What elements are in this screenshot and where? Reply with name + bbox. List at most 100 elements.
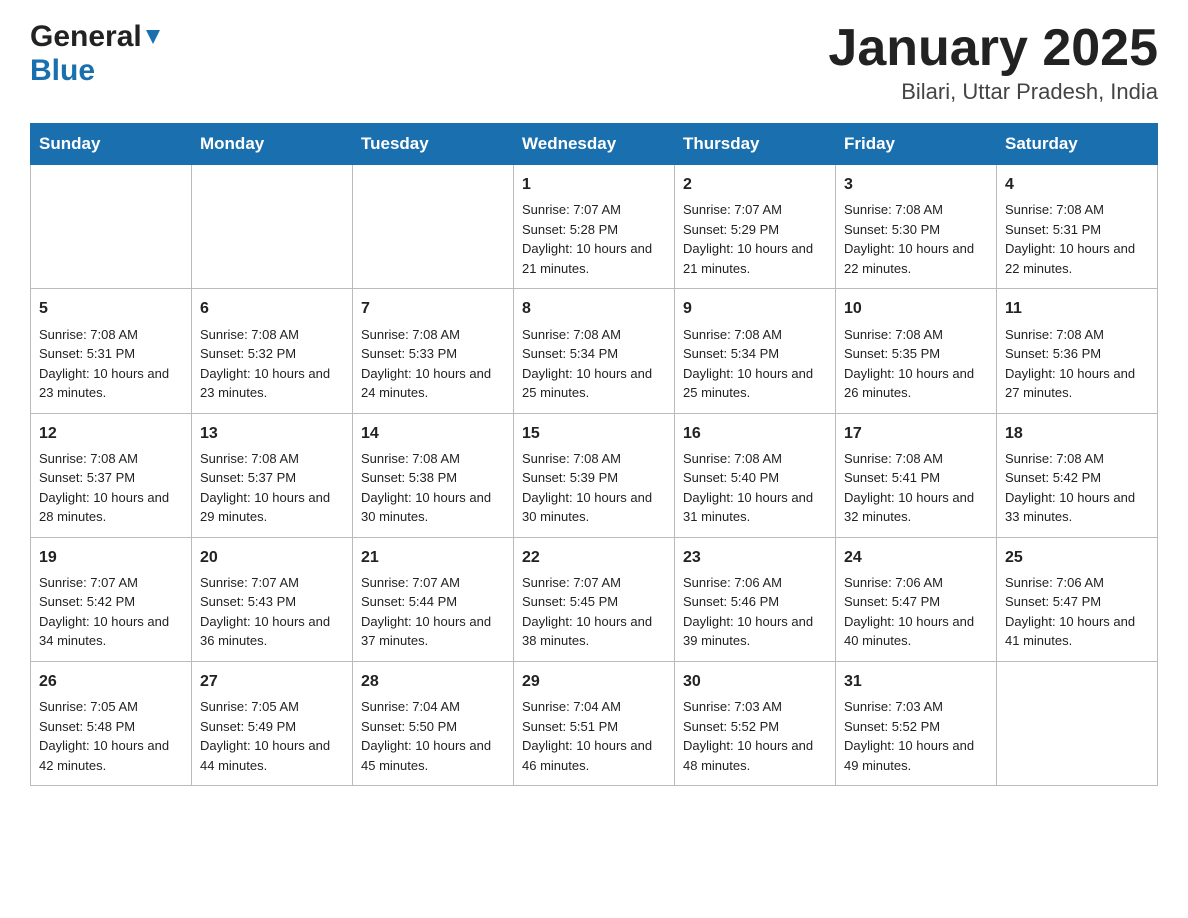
calendar-day-header: Thursday xyxy=(675,124,836,165)
calendar-day-cell: 22 Sunrise: 7:07 AMSunset: 5:45 PMDayligh… xyxy=(514,537,675,661)
calendar-day-cell xyxy=(192,165,353,289)
day-number: 16 xyxy=(683,422,827,445)
calendar-day-cell: 6 Sunrise: 7:08 AMSunset: 5:32 PMDaylight… xyxy=(192,289,353,413)
calendar-day-cell: 7 Sunrise: 7:08 AMSunset: 5:33 PMDaylight… xyxy=(353,289,514,413)
day-number: 11 xyxy=(1005,297,1149,320)
day-info: Sunrise: 7:08 AMSunset: 5:39 PMDaylight:… xyxy=(522,449,666,527)
calendar-day-header: Tuesday xyxy=(353,124,514,165)
day-number: 22 xyxy=(522,546,666,569)
calendar-day-cell: 14 Sunrise: 7:08 AMSunset: 5:38 PMDayligh… xyxy=(353,413,514,537)
day-info: Sunrise: 7:08 AMSunset: 5:42 PMDaylight:… xyxy=(1005,449,1149,527)
day-info: Sunrise: 7:05 AMSunset: 5:48 PMDaylight:… xyxy=(39,697,183,775)
day-number: 21 xyxy=(361,546,505,569)
day-info: Sunrise: 7:08 AMSunset: 5:33 PMDaylight:… xyxy=(361,325,505,403)
day-info: Sunrise: 7:05 AMSunset: 5:49 PMDaylight:… xyxy=(200,697,344,775)
day-info: Sunrise: 7:08 AMSunset: 5:37 PMDaylight:… xyxy=(200,449,344,527)
calendar-day-cell: 4 Sunrise: 7:08 AMSunset: 5:31 PMDaylight… xyxy=(997,165,1158,289)
day-info: Sunrise: 7:07 AMSunset: 5:29 PMDaylight:… xyxy=(683,200,827,278)
day-info: Sunrise: 7:07 AMSunset: 5:43 PMDaylight:… xyxy=(200,573,344,651)
calendar-day-header: Sunday xyxy=(31,124,192,165)
calendar-day-cell: 27 Sunrise: 7:05 AMSunset: 5:49 PMDayligh… xyxy=(192,661,353,785)
calendar-week-row: 26 Sunrise: 7:05 AMSunset: 5:48 PMDayligh… xyxy=(31,661,1158,785)
day-number: 12 xyxy=(39,422,183,445)
calendar-day-cell: 3 Sunrise: 7:08 AMSunset: 5:30 PMDaylight… xyxy=(836,165,997,289)
day-number: 9 xyxy=(683,297,827,320)
day-info: Sunrise: 7:08 AMSunset: 5:36 PMDaylight:… xyxy=(1005,325,1149,403)
logo: General Blue xyxy=(30,20,164,88)
calendar-week-row: 12 Sunrise: 7:08 AMSunset: 5:37 PMDayligh… xyxy=(31,413,1158,537)
calendar-day-cell: 13Sunrise: 7:08 AMSunset: 5:37 PMDayligh… xyxy=(192,413,353,537)
day-info: Sunrise: 7:08 AMSunset: 5:31 PMDaylight:… xyxy=(1005,200,1149,278)
day-number: 20 xyxy=(200,546,344,569)
calendar-day-cell: 16Sunrise: 7:08 AMSunset: 5:40 PMDayligh… xyxy=(675,413,836,537)
logo-general-text: General xyxy=(30,20,142,54)
day-number: 29 xyxy=(522,670,666,693)
day-info: Sunrise: 7:06 AMSunset: 5:47 PMDaylight:… xyxy=(1005,573,1149,651)
day-number: 4 xyxy=(1005,173,1149,196)
day-number: 30 xyxy=(683,670,827,693)
calendar-day-cell: 31 Sunrise: 7:03 AMSunset: 5:52 PMDayligh… xyxy=(836,661,997,785)
day-info: Sunrise: 7:08 AMSunset: 5:34 PMDaylight:… xyxy=(683,325,827,403)
day-number: 27 xyxy=(200,670,344,693)
day-info: Sunrise: 7:06 AMSunset: 5:47 PMDaylight:… xyxy=(844,573,988,651)
calendar-day-cell: 26 Sunrise: 7:05 AMSunset: 5:48 PMDayligh… xyxy=(31,661,192,785)
day-info: Sunrise: 7:08 AMSunset: 5:37 PMDaylight:… xyxy=(39,449,183,527)
calendar-day-cell: 24 Sunrise: 7:06 AMSunset: 5:47 PMDayligh… xyxy=(836,537,997,661)
calendar-day-header: Wednesday xyxy=(514,124,675,165)
day-info: Sunrise: 7:08 AMSunset: 5:41 PMDaylight:… xyxy=(844,449,988,527)
calendar-week-row: 5Sunrise: 7:08 AMSunset: 5:31 PMDaylight… xyxy=(31,289,1158,413)
day-info: Sunrise: 7:08 AMSunset: 5:31 PMDaylight:… xyxy=(39,325,183,403)
calendar-day-header: Saturday xyxy=(997,124,1158,165)
calendar-day-cell: 28Sunrise: 7:04 AMSunset: 5:50 PMDayligh… xyxy=(353,661,514,785)
calendar-day-cell xyxy=(31,165,192,289)
day-number: 24 xyxy=(844,546,988,569)
calendar-day-cell: 17 Sunrise: 7:08 AMSunset: 5:41 PMDayligh… xyxy=(836,413,997,537)
day-info: Sunrise: 7:07 AMSunset: 5:28 PMDaylight:… xyxy=(522,200,666,278)
day-number: 23 xyxy=(683,546,827,569)
day-number: 8 xyxy=(522,297,666,320)
day-info: Sunrise: 7:07 AMSunset: 5:44 PMDaylight:… xyxy=(361,573,505,651)
day-info: Sunrise: 7:08 AMSunset: 5:34 PMDaylight:… xyxy=(522,325,666,403)
calendar-day-cell: 23Sunrise: 7:06 AMSunset: 5:46 PMDayligh… xyxy=(675,537,836,661)
calendar-day-cell: 8 Sunrise: 7:08 AMSunset: 5:34 PMDaylight… xyxy=(514,289,675,413)
calendar-day-cell: 9 Sunrise: 7:08 AMSunset: 5:34 PMDaylight… xyxy=(675,289,836,413)
day-info: Sunrise: 7:07 AMSunset: 5:45 PMDaylight:… xyxy=(522,573,666,651)
page-header: General Blue January 2025 Bilari, Uttar … xyxy=(30,20,1158,105)
calendar-day-cell: 19 Sunrise: 7:07 AMSunset: 5:42 PMDayligh… xyxy=(31,537,192,661)
location-text: Bilari, Uttar Pradesh, India xyxy=(828,79,1158,105)
calendar-day-cell: 12 Sunrise: 7:08 AMSunset: 5:37 PMDayligh… xyxy=(31,413,192,537)
day-info: Sunrise: 7:08 AMSunset: 5:30 PMDaylight:… xyxy=(844,200,988,278)
day-number: 17 xyxy=(844,422,988,445)
calendar-day-cell xyxy=(353,165,514,289)
logo-blue-text: Blue xyxy=(30,54,95,87)
day-number: 31 xyxy=(844,670,988,693)
calendar-week-row: 19 Sunrise: 7:07 AMSunset: 5:42 PMDayligh… xyxy=(31,537,1158,661)
day-number: 3 xyxy=(844,173,988,196)
calendar-day-cell: 20 Sunrise: 7:07 AMSunset: 5:43 PMDayligh… xyxy=(192,537,353,661)
day-info: Sunrise: 7:07 AMSunset: 5:42 PMDaylight:… xyxy=(39,573,183,651)
day-info: Sunrise: 7:03 AMSunset: 5:52 PMDaylight:… xyxy=(844,697,988,775)
calendar-day-header: Monday xyxy=(192,124,353,165)
day-info: Sunrise: 7:08 AMSunset: 5:35 PMDaylight:… xyxy=(844,325,988,403)
calendar-day-cell: 29Sunrise: 7:04 AMSunset: 5:51 PMDayligh… xyxy=(514,661,675,785)
day-number: 19 xyxy=(39,546,183,569)
day-number: 14 xyxy=(361,422,505,445)
calendar-table: SundayMondayTuesdayWednesdayThursdayFrid… xyxy=(30,123,1158,786)
day-number: 15 xyxy=(522,422,666,445)
day-info: Sunrise: 7:08 AMSunset: 5:38 PMDaylight:… xyxy=(361,449,505,527)
day-number: 7 xyxy=(361,297,505,320)
day-info: Sunrise: 7:08 AMSunset: 5:32 PMDaylight:… xyxy=(200,325,344,403)
calendar-day-cell: 30 Sunrise: 7:03 AMSunset: 5:52 PMDayligh… xyxy=(675,661,836,785)
calendar-day-cell: 21 Sunrise: 7:07 AMSunset: 5:44 PMDayligh… xyxy=(353,537,514,661)
calendar-day-header: Friday xyxy=(836,124,997,165)
logo-arrow-icon xyxy=(142,26,164,48)
calendar-day-cell: 2 Sunrise: 7:07 AMSunset: 5:29 PMDaylight… xyxy=(675,165,836,289)
title-block: January 2025 Bilari, Uttar Pradesh, Indi… xyxy=(828,20,1158,105)
month-title: January 2025 xyxy=(828,20,1158,77)
day-number: 2 xyxy=(683,173,827,196)
calendar-day-cell: 11 Sunrise: 7:08 AMSunset: 5:36 PMDayligh… xyxy=(997,289,1158,413)
day-number: 6 xyxy=(200,297,344,320)
day-number: 18 xyxy=(1005,422,1149,445)
day-info: Sunrise: 7:03 AMSunset: 5:52 PMDaylight:… xyxy=(683,697,827,775)
day-number: 26 xyxy=(39,670,183,693)
